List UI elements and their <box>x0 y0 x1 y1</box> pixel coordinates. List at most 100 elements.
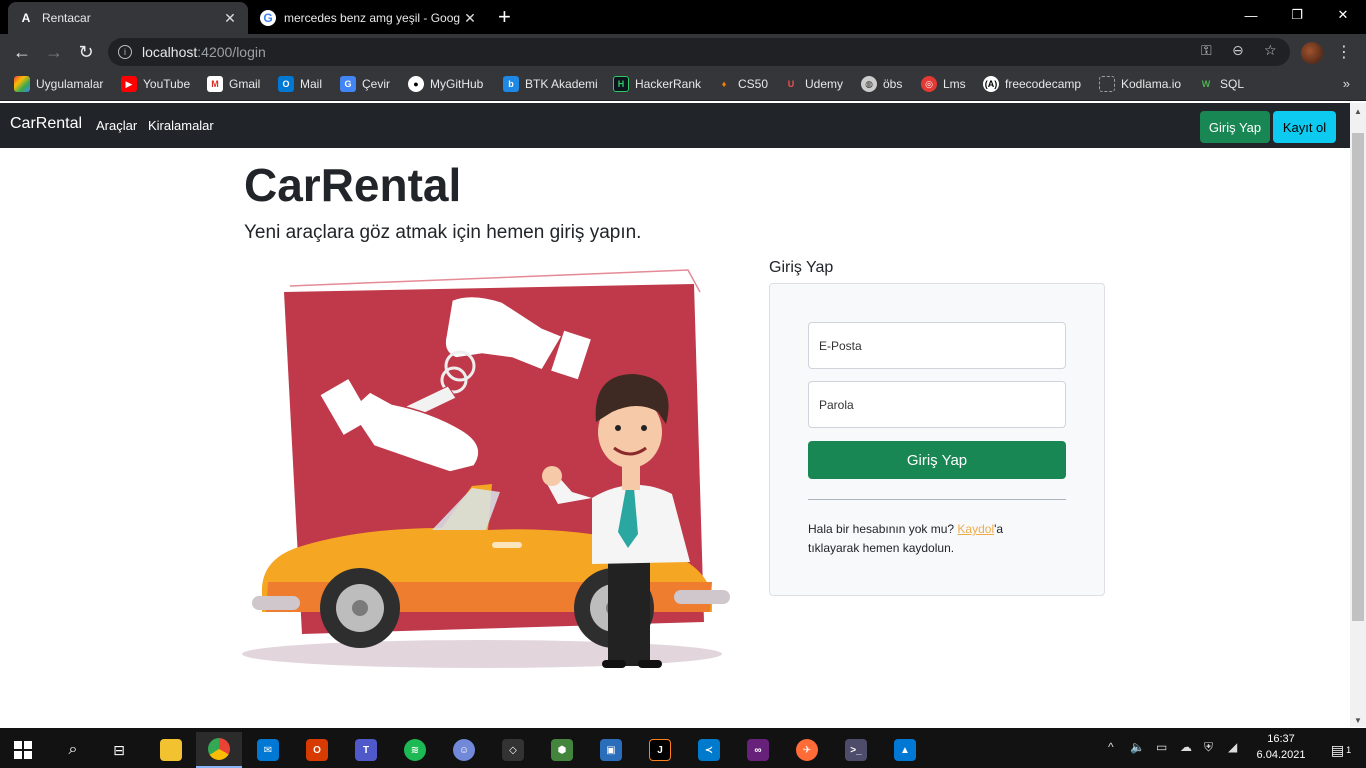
bookmark-star-icon[interactable]: ☆ <box>1264 42 1277 59</box>
cs50-icon: ♦ <box>721 79 727 89</box>
menu-kebab-icon[interactable]: ⋮ <box>1336 42 1352 62</box>
visual-studio-icon[interactable]: ∞ <box>735 732 781 768</box>
bookmark-hackerrank[interactable]: H HackerRank <box>613 76 701 92</box>
login-submit-button[interactable]: Giriş Yap <box>808 441 1066 479</box>
teams-icon[interactable]: T <box>343 732 389 768</box>
url-host: localhost <box>142 44 198 60</box>
clock-time: 16:37 <box>1267 733 1295 745</box>
forward-icon[interactable]: → <box>42 40 66 64</box>
bookmark-mail[interactable]: O Mail <box>278 76 322 92</box>
search-icon[interactable]: ⌕ <box>50 732 96 768</box>
bookmark-sql[interactable]: W SQL <box>1198 76 1244 92</box>
postman-icon[interactable]: ✈ <box>784 732 830 768</box>
system-clock[interactable]: 16:37 6.04.2021 <box>1253 731 1309 763</box>
tab-title: Rentacar <box>42 11 91 25</box>
password-input[interactable] <box>808 381 1066 428</box>
unity-icon[interactable]: ◇ <box>490 732 536 768</box>
show-hidden-icons-icon[interactable]: ^ <box>1108 740 1114 754</box>
wifi-icon[interactable]: ◢ <box>1228 740 1237 754</box>
btk-icon: b <box>503 76 519 92</box>
freecodecamp-icon: (A) <box>983 76 999 92</box>
bookmark-kodlama[interactable]: Kodlama.io <box>1099 76 1181 92</box>
battery-icon[interactable]: ▭ <box>1156 740 1167 754</box>
navbar-brand[interactable]: CarRental <box>10 115 82 133</box>
register-link[interactable]: Kaydol <box>957 522 994 536</box>
bookmark-label: SQL <box>1220 77 1245 91</box>
bookmark-cevir[interactable]: G Çevir <box>340 76 390 92</box>
photos-icon[interactable]: ▲ <box>882 732 928 768</box>
reload-icon[interactable]: ↻ <box>74 40 98 64</box>
file-explorer-icon[interactable] <box>148 732 194 768</box>
task-view-icon[interactable]: ⊟ <box>96 732 142 768</box>
bookmark-lms[interactable]: ◎ Lms <box>921 76 966 92</box>
cloud-icon[interactable]: ☁ <box>1180 740 1192 754</box>
car-rental-illustration <box>242 269 730 668</box>
close-tab-icon[interactable]: ✕ <box>462 10 478 27</box>
bookmark-udemy[interactable]: U Udemy <box>783 76 843 92</box>
more-bookmarks-icon[interactable]: » <box>1343 76 1350 91</box>
bookmark-label: Mail <box>300 77 323 91</box>
bookmark-youtube[interactable]: ▶ YouTube <box>121 76 190 92</box>
back-icon[interactable]: ← <box>10 40 34 64</box>
globe-icon: ◍ <box>861 76 877 92</box>
site-info-icon[interactable]: i <box>118 45 132 59</box>
address-bar[interactable]: i localhost:4200/login <box>108 38 1290 66</box>
nodejs-icon[interactable]: ⬢ <box>539 732 585 768</box>
close-window-icon[interactable]: ✕ <box>1320 0 1366 30</box>
zoom-icon[interactable]: ⊖ <box>1232 42 1244 59</box>
spotify-icon[interactable]: ≋ <box>392 732 438 768</box>
nav-link-kiralamalar[interactable]: Kiralamalar <box>148 118 214 133</box>
page-scrollbar[interactable]: ▲ ▼ <box>1350 103 1366 727</box>
site-navbar: CarRental Araçlar Kiralamalar Giriş Yap … <box>0 103 1350 148</box>
notification-count: 1 <box>1346 745 1352 755</box>
navbar-register-button[interactable]: Kayıt ol <box>1273 111 1336 143</box>
url-path: :4200/login <box>197 44 266 60</box>
youtube-icon: ▶ <box>121 76 137 92</box>
bookmark-btk-akademi[interactable]: b BTK Akademi <box>503 76 598 92</box>
office-icon[interactable]: O <box>294 732 340 768</box>
bookmark-label: Lms <box>943 77 966 91</box>
profile-avatar[interactable] <box>1301 42 1323 64</box>
shield-icon[interactable]: ⛨ <box>1204 740 1213 755</box>
scroll-up-arrow-icon[interactable]: ▲ <box>1354 107 1362 116</box>
bookmark-label: öbs <box>883 77 903 91</box>
bookmark-gmail[interactable]: M Gmail <box>207 76 260 92</box>
tab-google-search[interactable]: G mercedes benz amg yeşil - Goog ✕ <box>250 2 488 34</box>
mail-app-icon[interactable]: ✉ <box>245 732 291 768</box>
chrome-icon[interactable] <box>196 732 242 768</box>
bookmark-cs50[interactable]: ♦ CS50 <box>716 76 768 92</box>
vscode-icon[interactable]: ≺ <box>686 732 732 768</box>
notification-center-icon[interactable]: ▤ 1 <box>1318 732 1364 768</box>
tab-title: mercedes benz amg yeşil - Goog <box>284 11 461 25</box>
scroll-down-arrow-icon[interactable]: ▼ <box>1354 716 1362 725</box>
bookmark-freecodecamp[interactable]: (A) freecodecamp <box>983 76 1081 92</box>
kodlama-icon <box>1099 76 1115 92</box>
tab-rentacar[interactable]: A Rentacar ✕ <box>8 2 248 34</box>
windows-start-icon[interactable] <box>0 732 46 768</box>
nav-link-araclar[interactable]: Araçlar <box>96 118 137 133</box>
discord-icon[interactable]: ☺ <box>441 732 487 768</box>
browser-toolbar: ← → ↻ i localhost:4200/login ⚿ ⊖ ☆ ⋮ <box>0 34 1366 70</box>
email-input[interactable] <box>808 322 1066 369</box>
angular-favicon-icon: A <box>21 11 31 25</box>
bookmark-mygithub[interactable]: ● MyGitHub <box>408 76 483 92</box>
bookmark-label: freecodecamp <box>1005 77 1082 91</box>
close-tab-icon[interactable]: ✕ <box>222 10 238 27</box>
minimize-icon[interactable]: — <box>1228 0 1274 30</box>
key-icon[interactable]: ⚿ <box>1201 42 1212 59</box>
new-tab-icon[interactable]: + <box>498 4 511 30</box>
restore-icon[interactable]: ❐ <box>1274 0 1320 30</box>
virtualbox-icon[interactable]: ▣ <box>588 732 634 768</box>
bookmark-label: MyGitHub <box>430 77 484 91</box>
bookmark-obs[interactable]: ◍ öbs <box>861 76 902 92</box>
jetbrains-icon[interactable]: J <box>637 732 683 768</box>
bookmark-uygulamalar[interactable]: Uygulamalar <box>14 76 103 92</box>
scrollbar-thumb[interactable] <box>1352 133 1364 621</box>
form-divider <box>808 499 1066 500</box>
volume-icon[interactable]: 🔈 <box>1130 740 1145 754</box>
login-form-card: Giriş Yap Hala bir hesabının yok mu? Kay… <box>769 283 1105 596</box>
bookmark-label: HackerRank <box>635 77 702 91</box>
navbar-login-button[interactable]: Giriş Yap <box>1200 111 1270 143</box>
terminal-icon[interactable]: >_ <box>833 732 879 768</box>
bookmark-label: YouTube <box>143 77 191 91</box>
